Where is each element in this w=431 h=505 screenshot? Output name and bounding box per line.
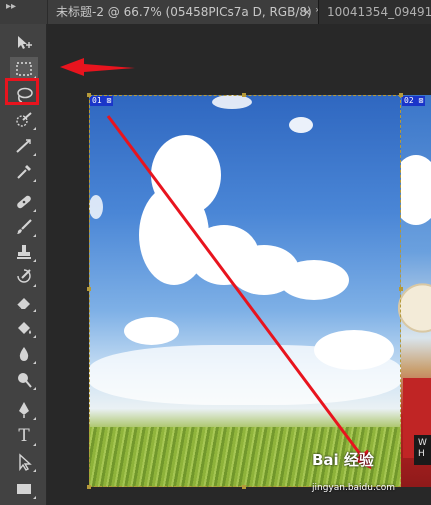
crop-tool[interactable] [10, 134, 38, 158]
dodge-icon [18, 373, 32, 388]
clone-stamp-tool[interactable] [10, 240, 38, 264]
rectangle-icon [17, 484, 31, 494]
cloud [314, 330, 394, 370]
slice-01-label: 01 ⊠ [90, 96, 114, 106]
sky-grass-photo[interactable] [89, 95, 401, 487]
type-icon: T [18, 426, 30, 446]
history-brush-tool[interactable] [10, 265, 38, 289]
cloud [212, 95, 252, 109]
paint-bucket-tool[interactable] [10, 316, 38, 340]
tool-flyout-indicator [33, 284, 36, 287]
tab-label: 10041354_094911 [327, 5, 431, 19]
pen-icon [19, 402, 29, 418]
slice-02-label: 02 ⊠ [402, 96, 426, 106]
tab-untitled-2[interactable]: 未标题-2 @ 66.7% (05458PICs7a D, RGB/8) * × [48, 0, 318, 24]
tool-flyout-indicator [33, 496, 36, 499]
rectangle-tool[interactable] [10, 477, 38, 501]
tool-flyout-indicator [33, 127, 36, 130]
tool-flyout-indicator [33, 179, 36, 182]
bandage-icon [17, 195, 31, 209]
path-selection-tool[interactable] [10, 450, 38, 474]
stamp-icon [17, 245, 31, 259]
cloud [124, 317, 179, 345]
eyedropper-icon [17, 165, 31, 179]
tool-flyout-indicator [33, 234, 36, 237]
history-brush-icon [17, 269, 31, 283]
eyedropper-tool[interactable] [10, 160, 38, 184]
cloud [89, 195, 103, 219]
quick-selection-tool[interactable] [10, 108, 38, 132]
tool-flyout-indicator [33, 259, 36, 262]
slice-handle[interactable] [242, 485, 246, 489]
eraser-icon [16, 298, 30, 310]
slice-handle[interactable] [399, 93, 403, 97]
tool-flyout-indicator [33, 387, 36, 390]
tool-flyout-indicator [33, 309, 36, 312]
cloud [401, 155, 431, 225]
slice-handle[interactable] [399, 287, 403, 291]
pen-tool[interactable] [10, 398, 38, 422]
quick-selection-icon [16, 112, 32, 127]
baidu-watermark-url: jingyan.baidu.com [312, 483, 396, 493]
info-overlay: W H [414, 435, 431, 465]
marquee-icon [16, 62, 32, 76]
slice-handle[interactable] [87, 485, 91, 489]
eraser-tool[interactable] [10, 290, 38, 314]
move-tool[interactable] [10, 31, 38, 55]
move-icon [18, 36, 32, 49]
healing-brush-tool[interactable] [10, 190, 38, 214]
cloud [289, 117, 313, 133]
tool-flyout-indicator [33, 361, 36, 364]
bucket-icon [18, 322, 31, 334]
brush-tool[interactable] [10, 215, 38, 239]
pointer-icon [19, 453, 32, 472]
dodge-tool[interactable] [10, 368, 38, 392]
cloud [279, 260, 349, 300]
baidu-watermark: Bai 经验 [312, 451, 374, 469]
slice-handle[interactable] [242, 93, 246, 97]
annotation-highlight-box [5, 78, 39, 105]
tool-flyout-indicator [33, 335, 36, 338]
slice-handle[interactable] [87, 93, 91, 97]
slice-handle[interactable] [87, 287, 91, 291]
tab-10041354[interactable]: 10041354_094911 [318, 0, 431, 24]
type-tool[interactable]: T [10, 424, 38, 448]
tab-close-icon[interactable]: × [302, 0, 312, 24]
crop-icon [16, 139, 31, 153]
tool-flyout-indicator [33, 469, 36, 472]
tools-panel: T [0, 24, 47, 505]
document-tab-bar: ▸▸ 未标题-2 @ 66.7% (05458PICs7a D, RGB/8) … [0, 0, 431, 24]
tool-flyout-indicator [33, 443, 36, 446]
blur-tool[interactable] [10, 342, 38, 366]
drop-icon [19, 347, 29, 361]
tool-flyout-indicator [33, 153, 36, 156]
tool-flyout-indicator [33, 417, 36, 420]
tab-label: 未标题-2 @ 66.7% (05458PICs7a D, RGB/8) * [56, 5, 318, 19]
brush-icon [17, 219, 32, 234]
panel-collapse-button[interactable]: ▸▸ [0, 0, 47, 24]
tool-flyout-indicator [33, 209, 36, 212]
